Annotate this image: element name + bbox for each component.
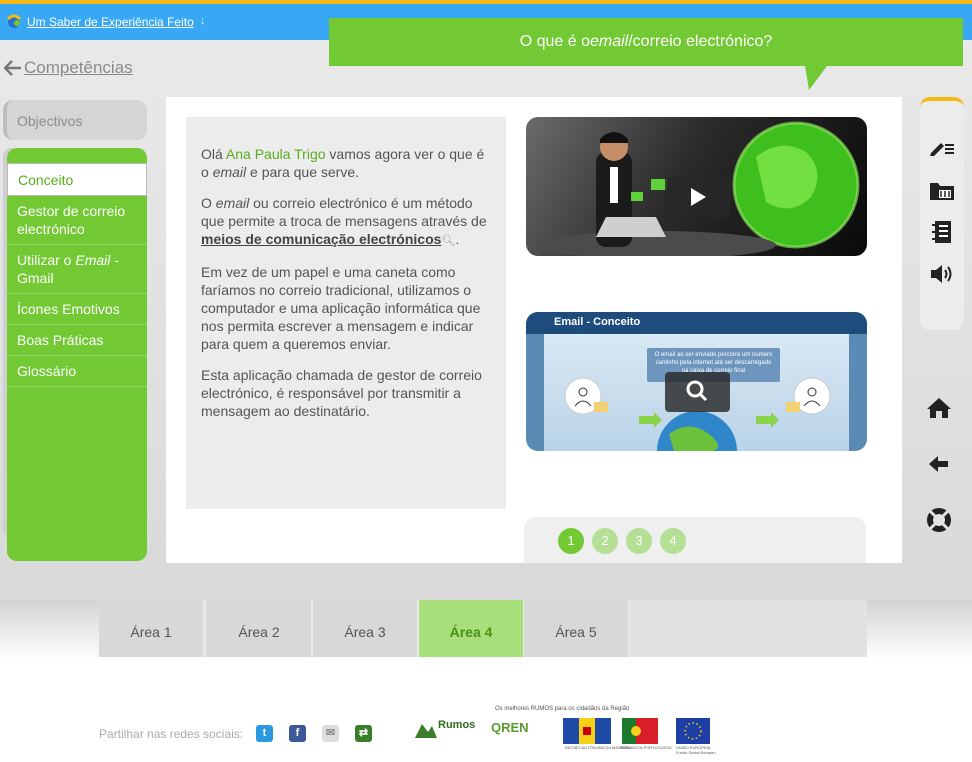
folder-icon <box>930 183 954 200</box>
previous-arrow-icon[interactable] <box>925 450 953 478</box>
portugal-flag-emblem <box>631 726 641 736</box>
help-lifebuoy-icon[interactable] <box>925 506 953 534</box>
question-bubble: O que é o email/correio electrónico? <box>329 18 963 66</box>
tab-area-5[interactable]: Área 5 <box>524 600 630 657</box>
user-name: Ana Paula Trigo <box>225 146 326 162</box>
menu-item-conceito[interactable]: Conceito <box>7 163 147 196</box>
glossary-link[interactable]: meios de comunicação electrónicos <box>201 231 441 247</box>
eu-flag <box>676 718 710 744</box>
lesson-paragraph-3: Em vez de um papel e uma caneta como far… <box>201 264 481 352</box>
page-3-button[interactable]: 3 <box>626 528 652 554</box>
p2-part-a: O <box>201 195 216 211</box>
glossary-search-icon[interactable]: 🔍︎ <box>441 235 455 247</box>
tab-area-4[interactable]: Área 4 <box>419 600 525 657</box>
p2-part-c: . <box>455 231 460 247</box>
play-icon <box>691 188 706 206</box>
intro-video[interactable] <box>526 117 867 256</box>
qren-logo: QREN <box>491 718 553 744</box>
menu-item-gestor-correio[interactable]: Gestor de correio electrónico <box>7 196 147 245</box>
rumos-logo: Rumos <box>414 718 488 742</box>
page-4-button[interactable]: 4 <box>660 528 686 554</box>
email-share-icon[interactable]: ✉︎ <box>322 725 339 742</box>
p2-em: email <box>215 195 250 211</box>
p1-em: email <box>212 164 247 180</box>
tab-area-3[interactable]: Área 3 <box>313 600 419 657</box>
objectives-button[interactable]: Objectivos <box>3 100 147 140</box>
area-tabs: Área 1 Área 2 Área 3 Área 4 Área 5 <box>99 600 867 657</box>
concept-animation[interactable]: Email - Conceito O email ao ser enviado … <box>526 312 867 451</box>
pencil-list-icon <box>930 143 954 156</box>
menu-item-icones-emotivos[interactable]: Ícones Emotivos <box>7 294 147 325</box>
madeira-flag-cross <box>583 727 591 735</box>
p1-part-c: e para que serve. <box>246 164 360 180</box>
lesson-paragraph-1: Olá Ana Paula Trigo vamos agora ver o qu… <box>201 145 492 181</box>
portugal-caption: REPÚBLICA PORTUGUESA <box>620 745 672 750</box>
notebook-icon[interactable] <box>929 219 955 245</box>
partners-title: Os melhores RUMOS para os cidadãos da Re… <box>495 706 630 712</box>
notebook-glyph-icon <box>932 221 951 243</box>
side-menu: Conceito Gestor de correio electrónico U… <box>7 148 147 561</box>
menu-item-boas-praticas[interactable]: Boas Práticas <box>7 325 147 356</box>
left-arrow-icon <box>929 456 948 472</box>
back-arrow-icon <box>4 60 21 76</box>
menu-item-utilizar-em: Email <box>75 252 111 268</box>
play-button[interactable] <box>665 177 730 217</box>
bubble-text-after: /correio electrónico? <box>628 33 773 50</box>
site-title-link[interactable]: Um Saber de Experiência Feito <box>27 15 194 29</box>
lesson-paragraph-4: Esta aplicação chamada de gestor de corr… <box>201 367 482 419</box>
pager: 1 2 3 4 <box>524 517 866 563</box>
zoom-button[interactable] <box>665 372 730 412</box>
twitter-icon[interactable]: t <box>256 725 273 742</box>
library-folder-icon[interactable] <box>929 177 955 203</box>
bubble-text-before: O que é o <box>519 33 590 50</box>
lesson-paragraph-2: O email ou correio electrónico é um méto… <box>201 194 492 250</box>
home-glyph-icon <box>927 398 951 418</box>
lesson-text: Olá Ana Paula Trigo vamos agora ver o qu… <box>186 117 506 509</box>
menu-item-utilizar-before: Utilizar o <box>17 252 76 268</box>
tab-area-2[interactable]: Área 2 <box>207 600 313 657</box>
audio-icon[interactable] <box>929 261 955 287</box>
notes-icon[interactable] <box>929 133 955 159</box>
qren-label: QREN <box>491 720 529 735</box>
back-link-label: Competências <box>24 58 133 77</box>
bubble-text-em: email <box>589 33 629 50</box>
speaker-icon <box>931 265 952 283</box>
site-logo-icon[interactable] <box>5 12 23 30</box>
menu-item-glossario[interactable]: Glossário <box>7 356 147 387</box>
eu-stars-icon <box>684 722 702 740</box>
share-label: Partilhar nas redes sociais: <box>99 727 244 741</box>
share-icon[interactable]: ⇄ <box>355 725 372 742</box>
rumos-label: Rumos <box>438 719 476 731</box>
p1-part-a: Olá <box>201 146 226 162</box>
tab-area-1[interactable]: Área 1 <box>99 600 205 657</box>
page-2-button[interactable]: 2 <box>592 528 618 554</box>
madeira-flag <box>563 718 611 744</box>
facebook-icon[interactable]: f <box>289 725 306 742</box>
download-arrow-icon[interactable]: ↓ <box>200 15 206 27</box>
animation-title: Email - Conceito <box>526 312 867 334</box>
page-1-button[interactable]: 1 <box>558 528 584 554</box>
eu-caption: UNIÃO EUROPEIA Fundo Social Europeu <box>676 745 716 755</box>
bubble-tail <box>805 66 827 90</box>
lifebuoy-icon <box>927 508 951 532</box>
portugal-flag <box>622 718 658 744</box>
tools-panel <box>920 97 964 330</box>
magnifier-icon <box>686 380 708 402</box>
menu-item-utilizar-gmail[interactable]: Utilizar o Email - Gmail <box>7 245 147 294</box>
home-icon[interactable] <box>925 394 953 422</box>
back-to-competencias-link[interactable]: Competências <box>4 58 133 78</box>
rumos-logo-icon <box>415 724 437 738</box>
